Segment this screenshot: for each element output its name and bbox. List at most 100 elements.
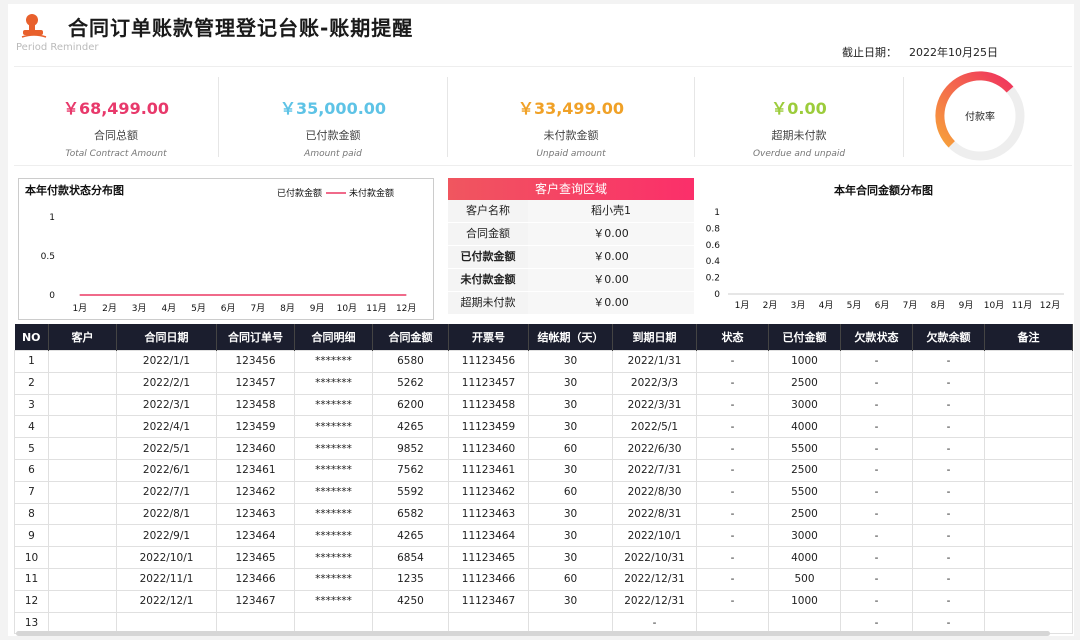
horizontal-scrollbar[interactable] xyxy=(16,631,1050,636)
table-cell[interactable]: 2022/3/31 xyxy=(612,393,697,417)
table-cell[interactable]: 4 xyxy=(14,415,49,439)
table-cell[interactable]: - xyxy=(912,502,985,526)
table-cell[interactable]: - xyxy=(840,567,913,591)
table-cell[interactable]: 6200 xyxy=(372,393,449,417)
table-cell[interactable]: - xyxy=(912,437,985,460)
table-cell[interactable]: 3000 xyxy=(768,393,841,417)
column-header[interactable]: 合同明细 xyxy=(294,324,373,351)
table-cell[interactable]: - xyxy=(912,589,985,613)
table-cell[interactable]: 123458 xyxy=(216,393,295,417)
table-cell[interactable]: - xyxy=(912,567,985,591)
table-row[interactable]: 12 2022/12/1 123467 ******* 4250 11123467 30 20… xyxy=(14,589,1073,613)
table-cell[interactable]: 2 xyxy=(14,371,49,395)
table-cell[interactable]: 11123465 xyxy=(448,546,529,569)
table-cell[interactable] xyxy=(984,524,1073,548)
table-cell[interactable] xyxy=(984,502,1073,526)
table-cell[interactable]: - xyxy=(840,524,913,548)
table-cell[interactable]: 123462 xyxy=(216,480,295,504)
table-cell[interactable]: - xyxy=(696,458,769,482)
table-cell[interactable]: 2022/5/1 xyxy=(116,437,217,460)
table-cell[interactable]: - xyxy=(840,480,913,504)
column-header[interactable]: 欠款状态 xyxy=(840,324,913,351)
table-cell[interactable]: 7 xyxy=(14,480,49,504)
table-cell[interactable]: 2022/6/1 xyxy=(116,458,217,482)
table-cell[interactable] xyxy=(48,371,117,395)
table-cell[interactable]: 11123464 xyxy=(448,524,529,548)
table-cell[interactable] xyxy=(48,437,117,460)
table-cell[interactable]: 30 xyxy=(528,546,613,569)
table-row[interactable]: 8 2022/8/1 123463 ******* 6582 11123463 30 2022… xyxy=(14,502,1073,526)
table-cell[interactable]: 1 xyxy=(14,350,49,373)
table-cell[interactable] xyxy=(984,480,1073,504)
customer-name-field[interactable]: 稻小壳1 xyxy=(528,200,694,222)
table-cell[interactable]: 5500 xyxy=(768,437,841,460)
table-cell[interactable] xyxy=(48,480,117,504)
table-cell[interactable]: ******* xyxy=(294,458,373,482)
table-cell[interactable]: 9852 xyxy=(372,437,449,460)
table-cell[interactable]: - xyxy=(840,502,913,526)
column-header[interactable]: NO xyxy=(14,324,49,351)
table-row[interactable]: 2 2022/2/1 123457 ******* 5262 11123457 30 2022… xyxy=(14,371,1073,395)
table-cell[interactable]: ******* xyxy=(294,567,373,591)
table-cell[interactable]: 123460 xyxy=(216,437,295,460)
table-cell[interactable]: 6854 xyxy=(372,546,449,569)
table-cell[interactable]: 4265 xyxy=(372,524,449,548)
table-cell[interactable]: 2022/8/30 xyxy=(612,480,697,504)
table-cell[interactable]: - xyxy=(840,546,913,569)
table-cell[interactable]: ******* xyxy=(294,393,373,417)
table-cell[interactable]: - xyxy=(912,350,985,373)
table-cell[interactable] xyxy=(984,415,1073,439)
table-row[interactable]: 7 2022/7/1 123462 ******* 5592 11123462 60 2022… xyxy=(14,480,1073,504)
table-cell[interactable]: 2022/5/1 xyxy=(612,415,697,439)
table-cell[interactable]: ******* xyxy=(294,350,373,373)
table-cell[interactable]: 2022/1/1 xyxy=(116,350,217,373)
table-cell[interactable]: 1235 xyxy=(372,567,449,591)
table-cell[interactable]: 6580 xyxy=(372,350,449,373)
table-cell[interactable]: 5500 xyxy=(768,480,841,504)
table-cell[interactable]: 8 xyxy=(14,502,49,526)
table-cell[interactable]: 7562 xyxy=(372,458,449,482)
table-cell[interactable]: 2022/11/1 xyxy=(116,567,217,591)
table-cell[interactable]: 60 xyxy=(528,567,613,591)
column-header[interactable]: 合同日期 xyxy=(116,324,217,351)
table-cell[interactable]: 60 xyxy=(528,480,613,504)
table-row[interactable]: 4 2022/4/1 123459 ******* 4265 11123459 30 2022… xyxy=(14,415,1073,439)
table-cell[interactable]: 12 xyxy=(14,589,49,613)
table-cell[interactable]: 2500 xyxy=(768,371,841,395)
table-cell[interactable]: 2022/7/1 xyxy=(116,480,217,504)
table-cell[interactable]: - xyxy=(912,371,985,395)
table-cell[interactable]: 4265 xyxy=(372,415,449,439)
table-cell[interactable]: - xyxy=(912,480,985,504)
table-row[interactable]: 1 2022/1/1 123456 ******* 6580 11123456 30 2022… xyxy=(14,350,1073,373)
table-cell[interactable]: - xyxy=(840,458,913,482)
table-row[interactable]: 5 2022/5/1 123460 ******* 9852 11123460 60 2022… xyxy=(14,437,1073,460)
table-row[interactable]: 9 2022/9/1 123464 ******* 4265 11123464 30 2022… xyxy=(14,524,1073,548)
table-cell[interactable]: 5592 xyxy=(372,480,449,504)
table-cell[interactable]: 2022/10/31 xyxy=(612,546,697,569)
table-cell[interactable]: 2022/9/1 xyxy=(116,524,217,548)
table-cell[interactable]: 30 xyxy=(528,350,613,373)
table-cell[interactable]: - xyxy=(696,415,769,439)
table-cell[interactable]: - xyxy=(696,437,769,460)
table-cell[interactable]: 30 xyxy=(528,502,613,526)
table-cell[interactable]: 6582 xyxy=(372,502,449,526)
table-cell[interactable]: ******* xyxy=(294,589,373,613)
column-header[interactable]: 开票号 xyxy=(448,324,529,351)
table-cell[interactable] xyxy=(984,589,1073,613)
table-cell[interactable] xyxy=(984,458,1073,482)
table-cell[interactable]: 11123460 xyxy=(448,437,529,460)
table-cell[interactable]: 2022/12/31 xyxy=(612,589,697,613)
table-row[interactable]: 6 2022/6/1 123461 ******* 7562 11123461 30 2022… xyxy=(14,458,1073,482)
table-cell[interactable]: 1000 xyxy=(768,589,841,613)
table-cell[interactable]: 11123458 xyxy=(448,393,529,417)
table-cell[interactable]: 123467 xyxy=(216,589,295,613)
column-header[interactable]: 备注 xyxy=(984,324,1073,351)
table-cell[interactable]: 4000 xyxy=(768,546,841,569)
table-cell[interactable]: 30 xyxy=(528,589,613,613)
table-cell[interactable]: 2500 xyxy=(768,458,841,482)
table-cell[interactable]: 123457 xyxy=(216,371,295,395)
table-cell[interactable] xyxy=(48,415,117,439)
table-cell[interactable] xyxy=(48,350,117,373)
table-cell[interactable]: - xyxy=(696,393,769,417)
table-cell[interactable] xyxy=(984,546,1073,569)
